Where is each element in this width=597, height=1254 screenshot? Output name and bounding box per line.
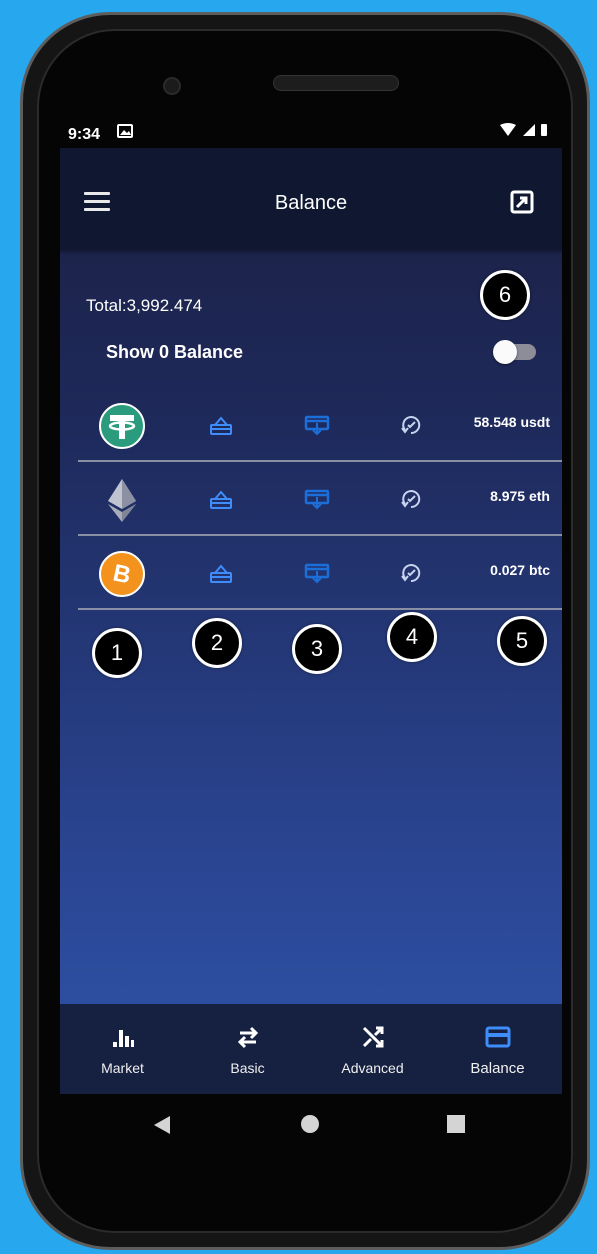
toggle-knob xyxy=(493,340,517,364)
coin-row-eth: 8.975 eth xyxy=(78,462,562,536)
front-camera xyxy=(163,77,181,95)
send-icon[interactable] xyxy=(206,558,236,588)
receive-icon[interactable] xyxy=(302,558,332,588)
receive-icon[interactable] xyxy=(302,484,332,514)
history-icon[interactable] xyxy=(396,410,426,440)
coin-row-btc: B 0.027 btc xyxy=(78,536,562,610)
send-icon[interactable] xyxy=(206,410,236,440)
callout-2: 2 xyxy=(192,618,242,668)
coin-balance: 58.548 usdt xyxy=(473,414,550,430)
tab-market[interactable]: Market xyxy=(60,1004,185,1094)
status-icons xyxy=(499,123,548,142)
receive-icon[interactable] xyxy=(302,410,332,440)
share-export-icon[interactable] xyxy=(510,190,534,214)
wifi-icon xyxy=(500,123,517,136)
callout-5: 5 xyxy=(497,616,547,666)
page-title: Balance xyxy=(274,192,348,214)
status-bar: 9:34 xyxy=(60,118,562,148)
show-zero-balance-toggle[interactable] xyxy=(493,340,536,364)
photo-icon xyxy=(117,124,133,138)
tab-advanced[interactable]: Advanced xyxy=(310,1004,435,1094)
home-icon[interactable] xyxy=(300,1114,320,1134)
system-navigation-bar xyxy=(60,1094,562,1154)
tab-basic[interactable]: Basic xyxy=(185,1004,310,1094)
callout-4: 4 xyxy=(387,612,437,662)
history-icon[interactable] xyxy=(396,484,426,514)
tab-label: Market xyxy=(101,1060,144,1076)
shuffle-icon xyxy=(362,1026,383,1048)
app-bar: Balance xyxy=(60,148,562,250)
tab-label: Basic xyxy=(230,1060,265,1076)
bitcoin-logo: B xyxy=(99,551,145,597)
credit-card-icon xyxy=(485,1026,510,1048)
coin-balance: 0.027 btc xyxy=(490,562,550,578)
bar-chart-icon xyxy=(112,1030,134,1047)
history-icon[interactable] xyxy=(396,558,426,588)
earpiece-speaker xyxy=(273,75,399,91)
recents-icon[interactable] xyxy=(446,1114,466,1134)
tether-logo xyxy=(99,403,145,449)
send-icon[interactable] xyxy=(206,484,236,514)
tab-balance[interactable]: Balance xyxy=(435,1004,560,1094)
callout-3: 3 xyxy=(292,624,342,674)
status-time: 9:34 xyxy=(68,126,101,143)
swap-arrows-icon xyxy=(237,1026,258,1049)
bottom-navigation: Market Basic Advanced Balance xyxy=(60,1004,562,1094)
total-balance: Total:3,992.474 xyxy=(86,296,203,315)
ethereum-logo xyxy=(108,479,136,522)
coin-balance: 8.975 eth xyxy=(490,488,550,504)
back-icon[interactable] xyxy=(152,1114,172,1136)
battery-icon xyxy=(541,124,547,136)
coin-row-usdt: 58.548 usdt xyxy=(78,388,562,462)
show-zero-balance-label: Show 0 Balance xyxy=(106,342,244,362)
callout-1: 1 xyxy=(92,628,142,678)
signal-icon xyxy=(522,124,535,136)
tab-label: Balance xyxy=(470,1060,525,1077)
tab-label: Advanced xyxy=(341,1060,404,1076)
callout-6: 6 xyxy=(480,270,530,320)
